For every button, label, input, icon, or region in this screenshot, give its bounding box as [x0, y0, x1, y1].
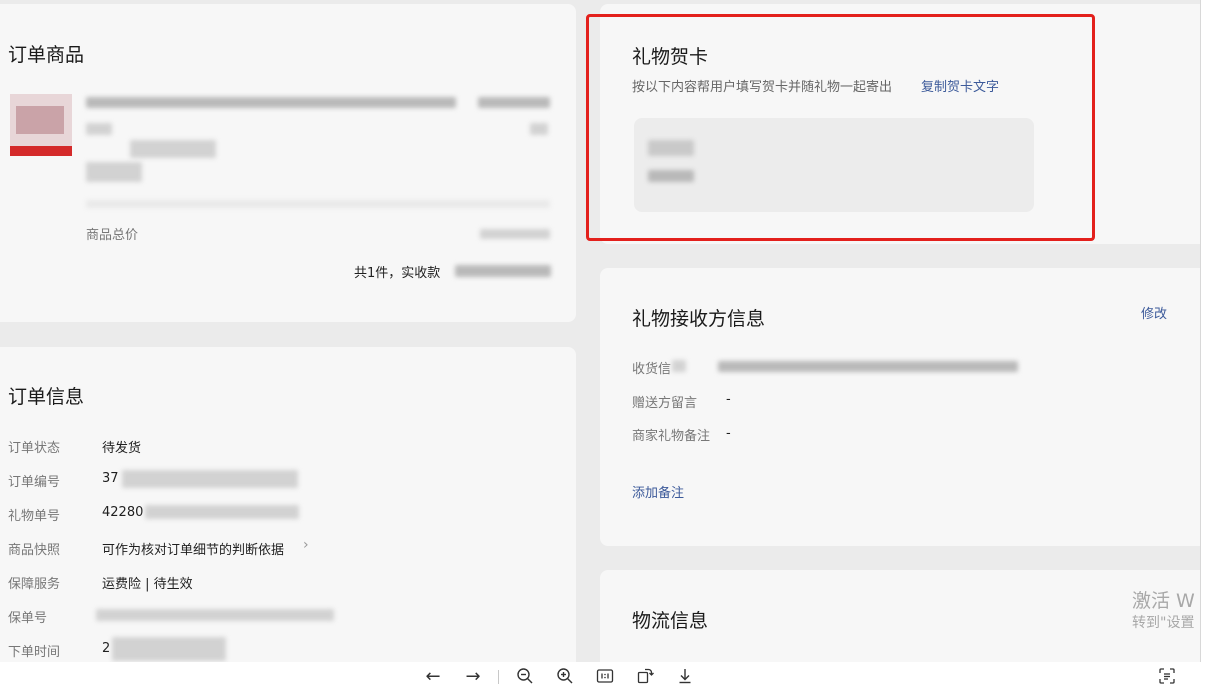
product-attr-redacted: [86, 162, 142, 182]
gift-number-redacted: [145, 505, 299, 519]
chevron-right-icon: ›: [303, 537, 309, 553]
order-status-label: 订单状态: [8, 441, 61, 456]
order-info-title: 订单信息: [8, 386, 85, 408]
shipping-info-label-tail-redacted: [672, 360, 686, 372]
rotate-icon[interactable]: [633, 664, 657, 688]
product-card: 订单商品 商品总价 共1件，实收款: [0, 4, 576, 322]
screenshot-viewer: 订单商品 商品总价 共1件，实收款 订单信息 订单状态 待发货 订单编号 37 …: [0, 0, 1200, 662]
shipping-info-redacted: [718, 361, 1018, 372]
product-thumbnail[interactable]: [10, 94, 72, 156]
download-icon[interactable]: [673, 664, 697, 688]
total-price-value-redacted: [480, 229, 550, 239]
product-qty-redacted: [530, 123, 548, 135]
activation-watermark-line1: 激活 W: [1132, 590, 1195, 612]
policy-number-label: 保单号: [8, 611, 48, 626]
guarantee-value: 运费险 | 待生效: [102, 577, 193, 592]
highlight-annotation-box: [586, 14, 1095, 241]
giver-message-label: 赠送方留言: [632, 396, 698, 411]
ocr-icon[interactable]: [1155, 664, 1179, 688]
received-amount-redacted: [455, 265, 551, 277]
order-summary-text: 共1件，实收款: [354, 266, 441, 281]
total-price-label: 商品总价: [86, 228, 139, 243]
giver-message-value: -: [726, 392, 731, 407]
actual-size-icon[interactable]: [593, 664, 617, 688]
product-name-redacted: [86, 97, 456, 108]
merchant-note-value: -: [726, 426, 731, 441]
arrow-right-icon[interactable]: →: [461, 664, 485, 688]
merchant-note-label: 商家礼物备注: [632, 429, 711, 444]
activation-watermark-line2: 转到"设置: [1132, 615, 1195, 631]
snapshot-label: 商品快照: [8, 543, 61, 558]
order-status-value: 待发货: [102, 441, 142, 456]
snapshot-link[interactable]: 可作为核对订单细节的判断依据: [102, 539, 284, 558]
gift-number-label: 礼物单号: [8, 509, 61, 524]
shipping-info-label: 收货信: [632, 362, 672, 377]
scrollbar-track[interactable]: [1200, 0, 1224, 662]
zoom-out-icon[interactable]: [513, 664, 537, 688]
receiver-card-title: 礼物接收方信息: [632, 308, 766, 330]
product-spec-redacted: [130, 140, 216, 158]
viewer-toolbar: ← →: [0, 662, 1224, 690]
order-number-value: 37: [102, 471, 119, 486]
order-number-label: 订单编号: [8, 475, 61, 490]
policy-number-redacted: [96, 609, 334, 621]
order-time-label: 下单时间: [8, 645, 61, 660]
arrow-left-icon[interactable]: ←: [421, 664, 445, 688]
receiver-card: 礼物接收方信息 修改 收货信 赠送方留言 - 商家礼物备注 - 添加备注: [600, 268, 1200, 546]
edit-receiver-link[interactable]: 修改: [1141, 303, 1167, 322]
product-card-title: 订单商品: [8, 44, 85, 66]
gift-number-value: 42280: [102, 505, 144, 520]
product-sku-redacted: [86, 123, 112, 135]
logistics-card-title: 物流信息: [632, 610, 709, 632]
order-time-value: 2: [102, 641, 111, 656]
zoom-in-icon[interactable]: [553, 664, 577, 688]
order-time-redacted: [112, 637, 226, 661]
toolbar-divider: [498, 670, 499, 684]
logistics-card: 物流信息: [600, 570, 1200, 662]
order-info-card: 订单信息 订单状态 待发货 订单编号 37 礼物单号 42280 商品快照 可作…: [0, 347, 576, 662]
order-number-redacted: [122, 470, 298, 488]
add-note-link[interactable]: 添加备注: [632, 482, 684, 501]
divider-blur: [86, 200, 550, 208]
guarantee-label: 保障服务: [8, 577, 61, 592]
product-price-redacted: [478, 97, 550, 108]
